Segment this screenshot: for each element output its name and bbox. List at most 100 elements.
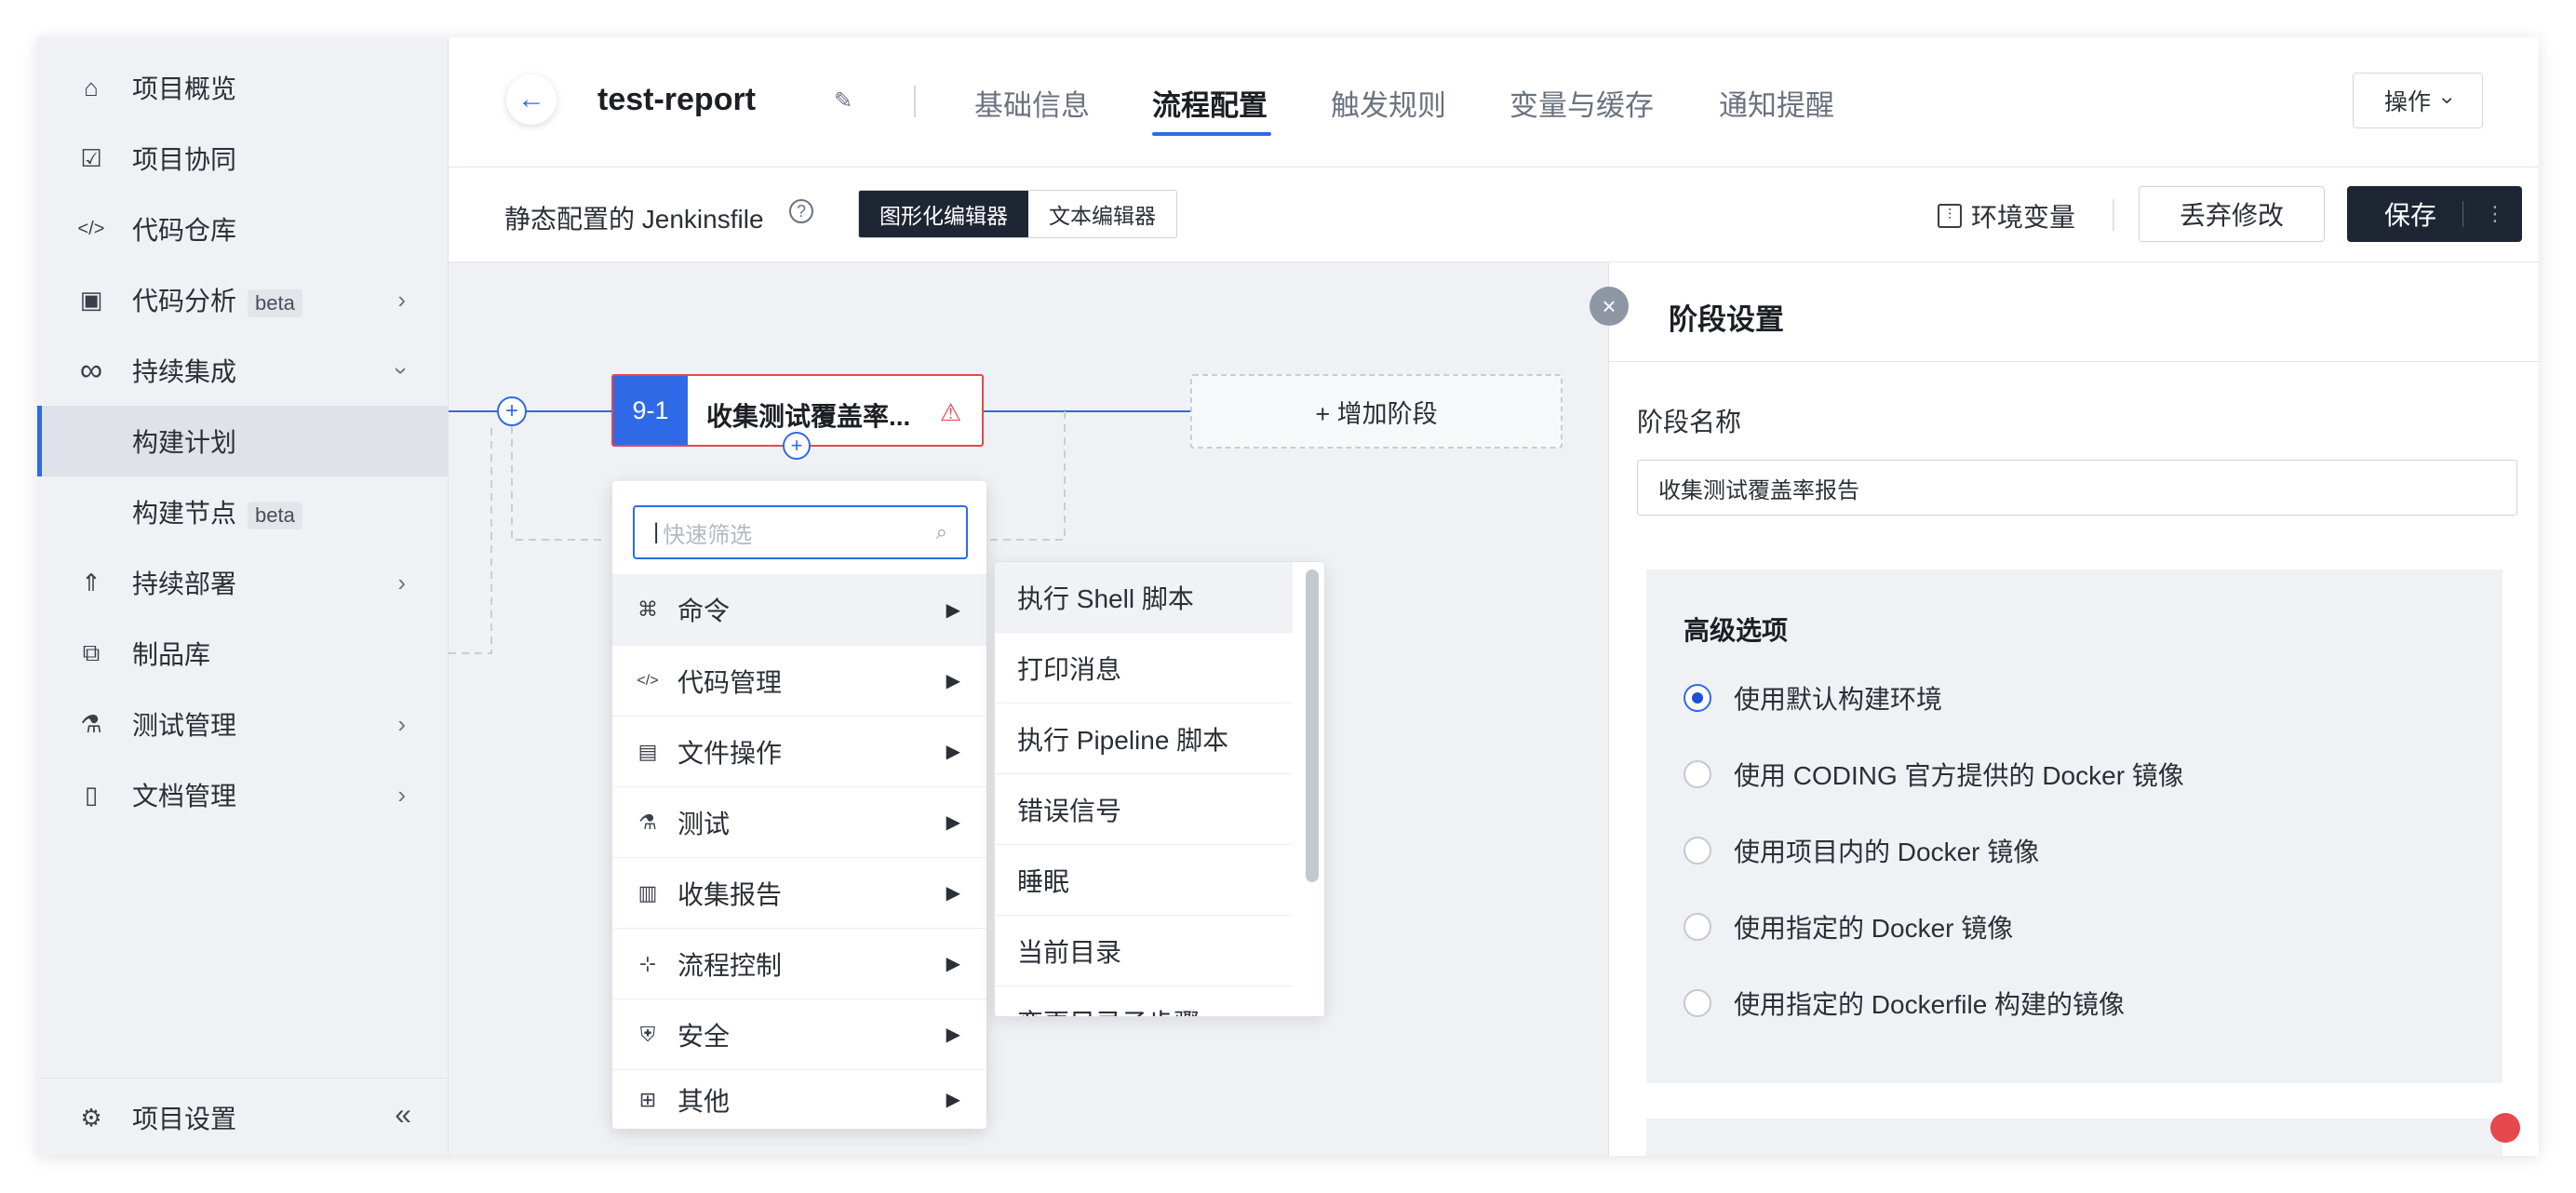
advanced-options-title: 高级选项 [1684,616,1789,645]
sidebar-item-artifacts[interactable]: ⧉ 制品库 [37,618,449,689]
submenu-item[interactable]: 变更目录子步骤 [995,986,1293,1017]
code-icon: </> [637,672,659,689]
close-icon: × [1602,291,1617,320]
sidebar-item-label: 构建计划 [132,428,237,457]
flask-icon: ⚗ [80,709,102,738]
save-label: 保存 [2384,201,2437,230]
submenu-item[interactable]: 当前目录 [995,916,1293,986]
caret-right-icon: ▶ [946,883,960,904]
shield-icon: ⛨ [639,1022,656,1046]
radio-option-specified-docker[interactable]: 使用指定的 Docker 镜像 [1684,908,2013,945]
back-button[interactable]: ← [506,74,557,125]
tab-pipeline-config[interactable]: 流程配置 [1152,82,1268,124]
checkbox-icon: ☑ [80,143,102,172]
radio-button[interactable] [1684,913,1711,941]
sidebar: ⌂ 项目概览 ☑ 项目协同 </> 代码仓库 ▣ 代码分析 beta › ∞ 持续… [37,37,449,1156]
submenu-item[interactable]: 执行 Shell 脚本 [995,562,1293,633]
add-step-plus-icon[interactable]: + [783,432,811,460]
page-header: ← test-report ✎ 基础信息 流程配置 触发规则 变量与缓存 通知提… [449,37,2539,168]
menu-item-command[interactable]: ⌘ 命令 ▶ [612,574,986,645]
next-section [1646,1119,2502,1156]
beta-badge: beta [248,288,302,317]
menu-item-label: 收集报告 [678,879,783,909]
text-editor-tab[interactable]: 文本编辑器 [1028,191,1176,237]
radio-option-default-env[interactable]: 使用默认构建环境 [1684,679,1942,717]
more-vertical-icon[interactable]: ⋮ [2485,202,2505,226]
menu-item-label: 代码管理 [678,667,783,697]
divider [1609,361,2539,362]
radio-button[interactable] [1684,989,1711,1017]
sidebar-item-label: 持续部署 [132,570,237,598]
sidebar-item-label: 项目设置 [132,1105,237,1133]
sidebar-item-build-node[interactable]: 构建节点 beta [37,476,449,547]
sidebar-item-settings[interactable]: ⚙ 项目设置 [37,1082,449,1153]
radio-button[interactable] [1684,837,1711,865]
home-icon: ⌂ [84,73,99,101]
menu-item-label: 安全 [678,1021,731,1051]
tab-variables-cache[interactable]: 变量与缓存 [1509,82,1654,124]
menu-item-other[interactable]: ⊞ 其他 ▶ [612,1069,986,1129]
help-icon[interactable]: ? [789,199,813,223]
menu-item-collect-report[interactable]: ▥ 收集报告 ▶ [612,857,986,928]
tab-notifications[interactable]: 通知提醒 [1719,82,1834,124]
notification-dot[interactable] [2490,1113,2520,1143]
sidebar-item-label: 代码仓库 [132,216,237,245]
edit-icon[interactable]: ✎ [834,87,852,114]
config-source-label: 静态配置的 Jenkinsfile [504,205,764,234]
sidebar-item-docs[interactable]: ▯ 文档管理 › [37,759,449,830]
menu-item-code[interactable]: </> 代码管理 ▶ [612,645,986,716]
stage-name-input[interactable]: 收集测试覆盖率报告 [1637,460,2517,516]
tab-trigger-rules[interactable]: 触发规则 [1331,82,1446,124]
save-button[interactable]: 保存 ⋮ [2347,186,2522,242]
menu-item-flow-control[interactable]: ⊹ 流程控制 ▶ [612,928,986,999]
radio-option-project-docker[interactable]: 使用项目内的 Docker 镜像 [1684,832,2039,869]
menu-item-file-ops[interactable]: ▤ 文件操作 ▶ [612,716,986,786]
report-icon: ▥ [637,880,658,905]
menu-item-label: 命令 [678,596,731,625]
caret-right-icon: ▶ [946,954,960,974]
sidebar-item-testing[interactable]: ⚗ 测试管理 › [37,689,449,759]
radio-option-coding-docker[interactable]: 使用 CODING 官方提供的 Docker 镜像 [1684,756,2184,793]
graphic-editor-tab[interactable]: 图形化编辑器 [859,191,1028,237]
tab-basic-info[interactable]: 基础信息 [974,82,1090,124]
active-tab-indicator [1152,132,1271,136]
menu-item-label: 文件操作 [678,738,783,768]
radio-button[interactable] [1684,684,1711,712]
document-icon: ▯ [84,780,99,809]
collapse-sidebar-icon[interactable]: « [395,1097,411,1132]
submenu-item[interactable]: 睡眠 [995,845,1293,916]
submenu-item[interactable]: 错误信号 [995,774,1293,845]
menu-item-security[interactable]: ⛨ 安全 ▶ [612,999,986,1069]
sidebar-item-ci[interactable]: ∞ 持续集成 › [37,335,449,406]
operations-dropdown[interactable]: 操作 › [2353,73,2483,128]
sidebar-item-label: 代码分析 [132,287,237,315]
radio-button[interactable] [1684,760,1711,788]
env-variables-label: 环境变量 [1971,203,2076,232]
chevron-right-icon: › [397,709,406,738]
sidebar-item-collab[interactable]: ☑ 项目协同 [37,123,449,194]
submenu-item[interactable]: 打印消息 [995,633,1293,704]
sidebar-item-label: 制品库 [132,640,211,669]
close-panel-button[interactable]: × [1590,287,1629,326]
sidebar-item-label: 持续集成 [132,357,237,386]
sidebar-item-repo[interactable]: </> 代码仓库 [37,194,449,264]
sidebar-item-cd[interactable]: ⇑ 持续部署 › [37,547,449,618]
radio-label: 使用指定的 Dockerfile 构建的镜像 [1734,990,2126,1019]
discard-button[interactable]: 丢弃修改 [2139,186,2325,242]
chevron-down-icon: › [388,366,417,375]
caret-right-icon: ▶ [946,671,960,691]
arrow-left-icon: ← [517,84,545,114]
sidebar-item-analysis[interactable]: ▣ 代码分析 beta › [37,264,449,335]
add-parallel-plus-icon[interactable]: + [497,396,527,426]
env-variables-button[interactable]: ⫶ 环境变量 [1938,197,2075,235]
menu-item-test[interactable]: ⚗ 测试 ▶ [612,786,986,857]
page-title: test-report [597,82,757,117]
submenu-scrollbar[interactable] [1306,570,1319,882]
caret-right-icon: ▶ [946,742,960,762]
add-stage-button[interactable]: + 增加阶段 [1190,374,1563,449]
radio-option-dockerfile[interactable]: 使用指定的 Dockerfile 构建的镜像 [1684,985,2125,1022]
submenu-item[interactable]: 执行 Pipeline 脚本 [995,704,1293,774]
quick-filter-input[interactable]: | 快速筛选 ⌕ [633,505,968,559]
sidebar-item-overview[interactable]: ⌂ 项目概览 [37,52,449,123]
sidebar-item-build-plan[interactable]: 构建计划 [37,406,449,476]
